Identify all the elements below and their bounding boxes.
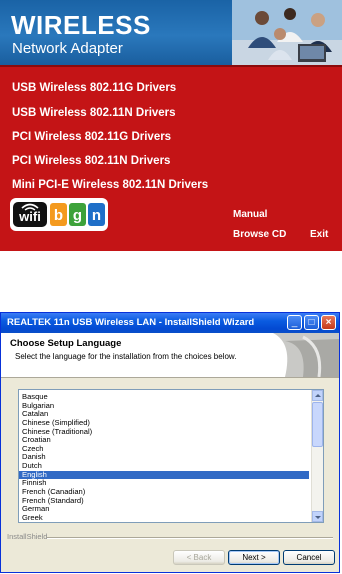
svg-text:b: b [54,207,63,224]
manual-link[interactable]: Manual [233,209,267,220]
exit-link[interactable]: Exit [310,229,328,240]
language-list-item[interactable]: Bulgarian [19,401,309,411]
footer-divider [47,537,333,539]
cancel-button[interactable]: Cancel [283,550,335,565]
title-bar[interactable]: REALTEK 11n USB Wireless LAN - InstallSh… [1,313,339,333]
scroll-thumb[interactable] [312,402,323,447]
autorun-header: WIRELESS Network Adapter [0,0,342,65]
scroll-down-arrow-icon[interactable] [312,511,323,522]
svg-text:g: g [73,207,82,224]
autorun-window: WIRELESS Network Adapter USB Wireless 80… [0,0,342,251]
language-list-item[interactable]: Greek [19,513,309,522]
brand-title: WIRELESS [11,10,151,40]
menu-pci-11n-drivers[interactable]: PCI Wireless 802.11N Drivers [12,155,170,167]
menu-pci-11g-drivers[interactable]: PCI Wireless 802.11G Drivers [12,131,171,143]
page-description: Select the language for the installation… [15,352,237,361]
close-button[interactable]: × [321,315,336,330]
language-list-item[interactable]: Czech [19,444,309,454]
language-list-item[interactable]: Dutch [19,461,309,471]
wifi-bgn-logo: wifi b g n [10,198,108,231]
window-title: REALTEK 11n USB Wireless LAN - InstallSh… [7,317,255,328]
installshield-brand: InstallShield [7,532,48,541]
menu-usb-11g-drivers[interactable]: USB Wireless 802.11G Drivers [12,82,176,94]
svg-text:wifi: wifi [18,209,41,224]
svg-text:n: n [92,207,101,224]
menu-minipcie-11n-drivers[interactable]: Mini PCI-E Wireless 802.11N Drivers [12,179,208,191]
language-list-item[interactable]: French (Standard) [19,496,309,506]
page-title: Choose Setup Language [10,338,122,349]
header-separator [0,65,342,67]
language-list-item[interactable]: German [19,505,309,514]
language-list-item[interactable]: Danish [19,453,309,462]
office-people-photo [232,0,342,65]
language-list-item[interactable]: Basque [19,392,309,402]
language-listbox[interactable]: Basque Bulgarian Catalan Chinese (Simplifie… [18,389,324,523]
next-button[interactable]: Next > [228,550,280,565]
maximize-button[interactable]: □ [304,315,319,330]
installshield-dialog: REALTEK 11n USB Wireless LAN - InstallSh… [0,312,340,573]
minimize-button[interactable]: _ [287,315,302,330]
back-button[interactable]: < Back [173,550,225,565]
installshield-graphic-icon [263,333,339,377]
language-list-item[interactable]: English [19,470,309,480]
language-list: Basque Bulgarian Catalan Chinese (Simplifie… [19,392,309,522]
language-list-item[interactable]: Croatian [19,436,309,445]
browse-cd-link[interactable]: Browse CD [233,229,286,240]
listbox-scrollbar[interactable] [311,390,323,522]
language-list-item[interactable]: Chinese (Traditional) [19,427,309,437]
brand-subtitle: Network Adapter [12,40,123,57]
scroll-up-arrow-icon[interactable] [312,390,323,401]
menu-usb-11n-drivers[interactable]: USB Wireless 802.11N Drivers [12,107,176,119]
